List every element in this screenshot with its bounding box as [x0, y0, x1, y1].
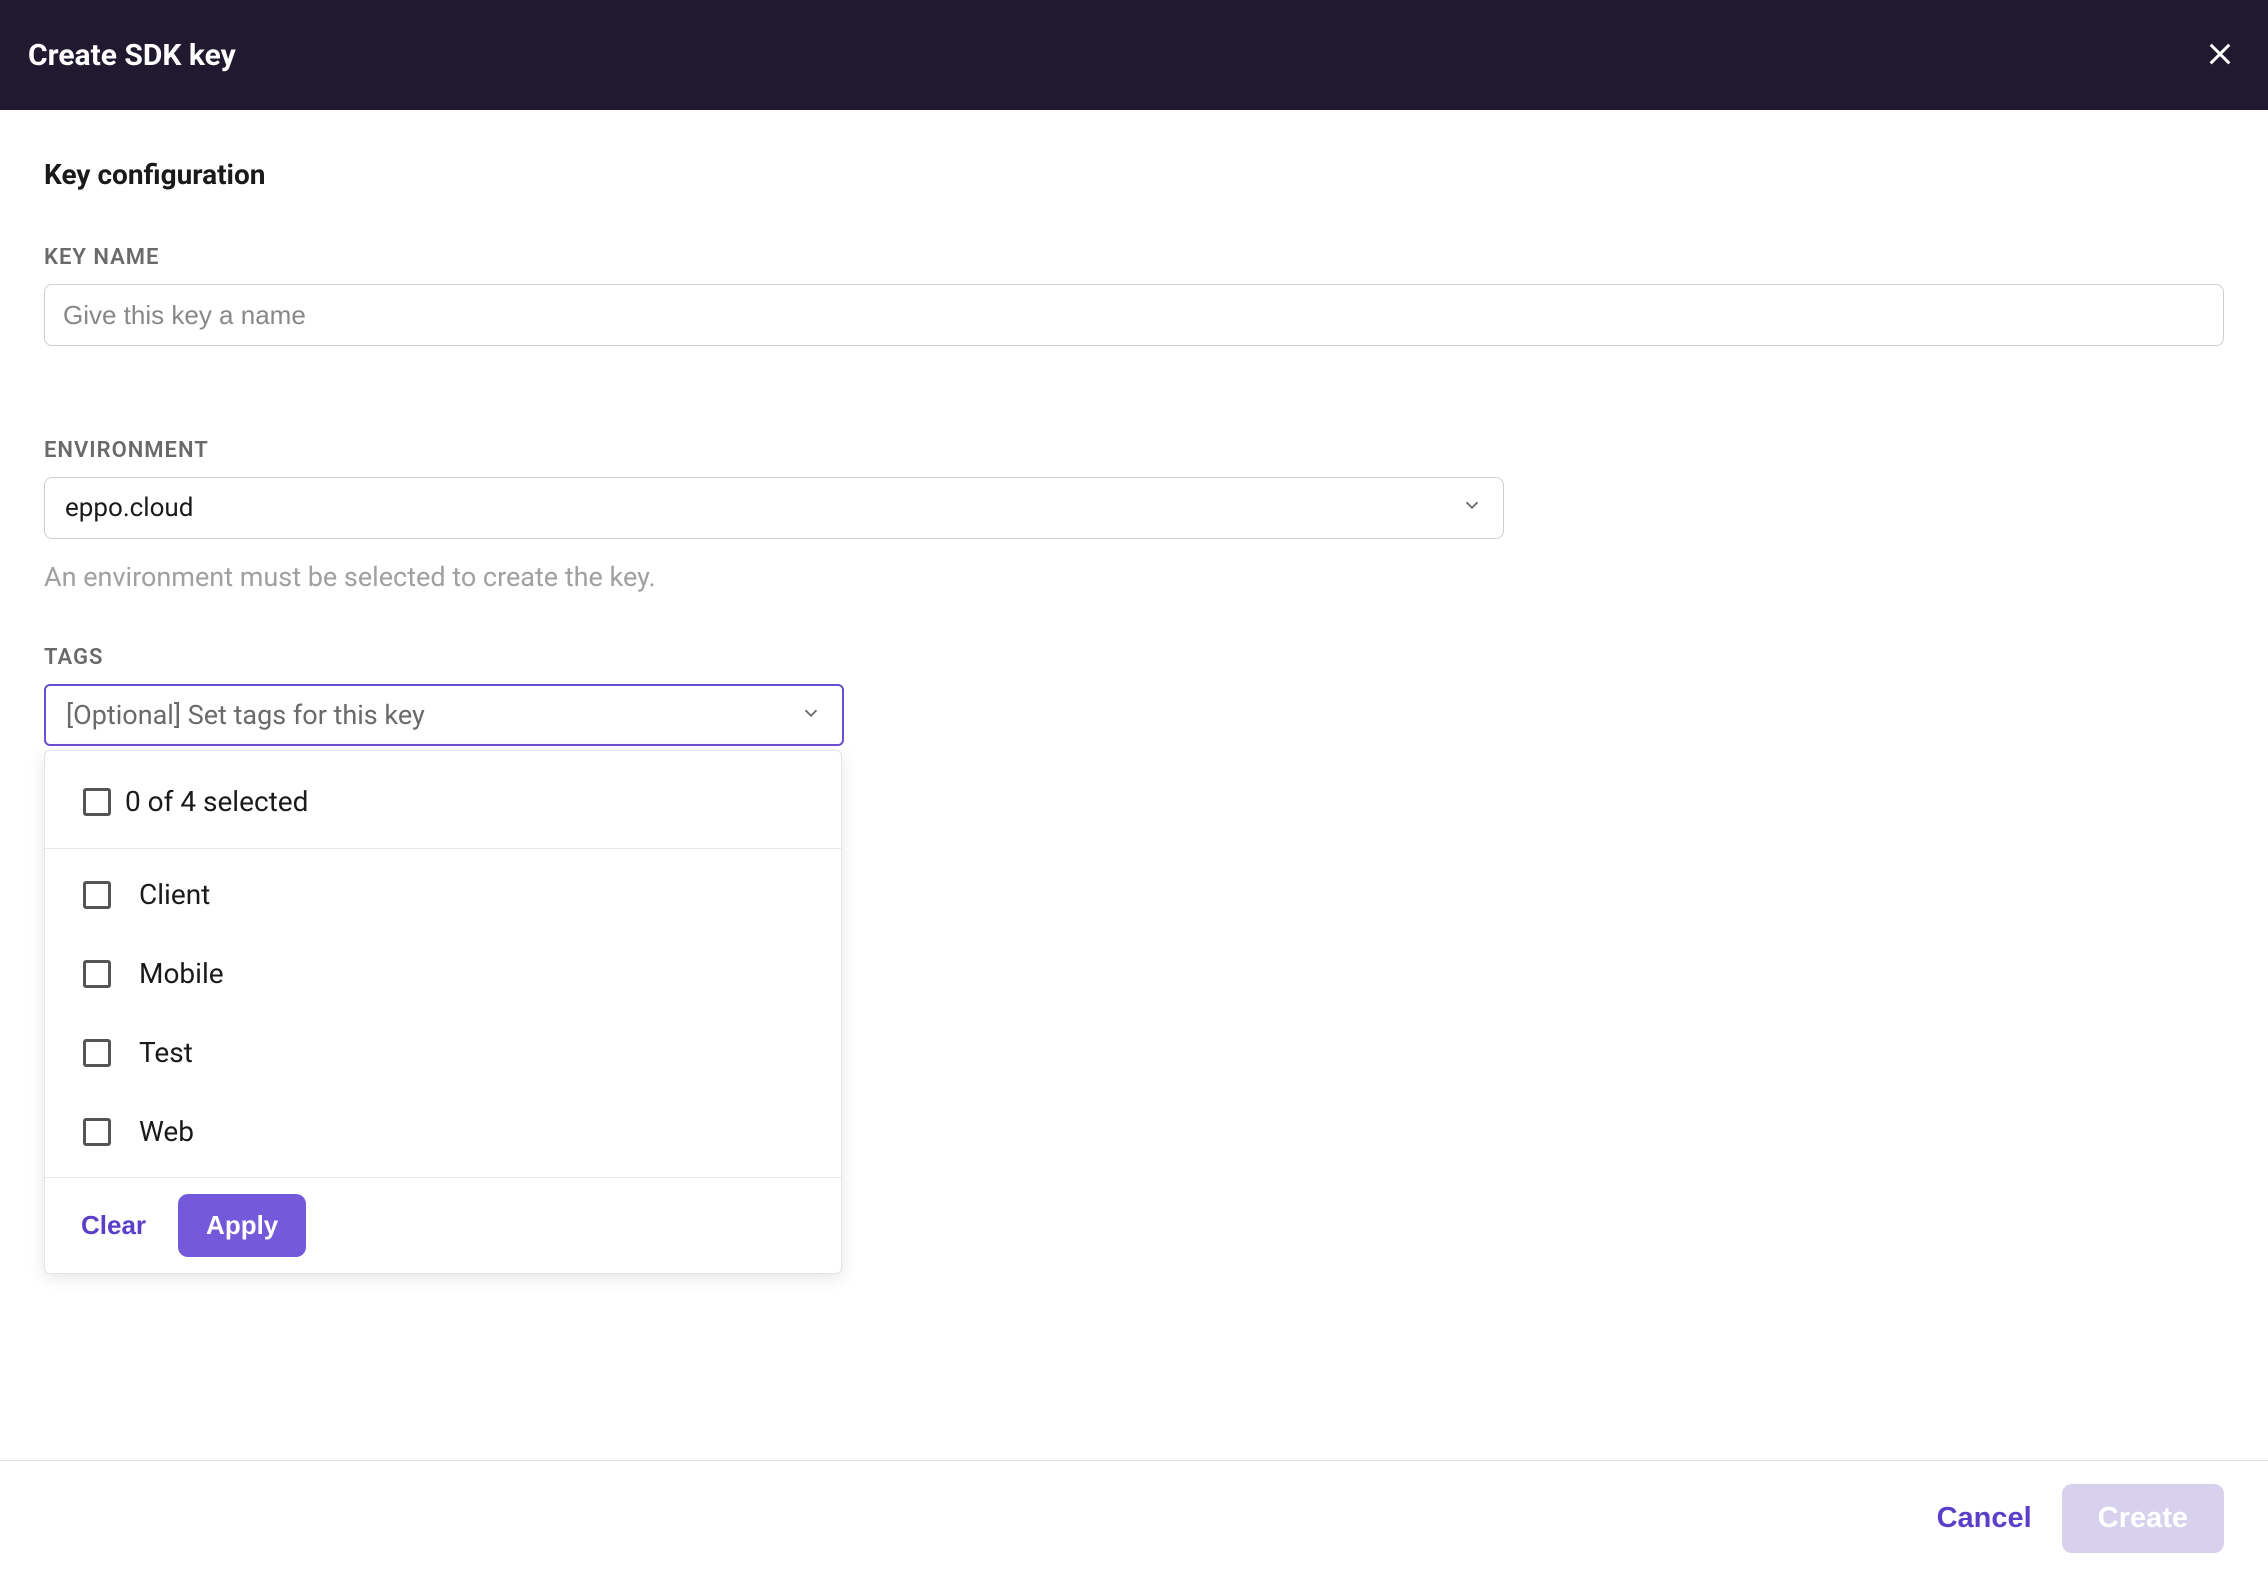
section-title: Key configuration — [44, 158, 2224, 191]
tag-option-web[interactable]: Web — [45, 1092, 841, 1171]
tags-select-all-label: 0 of 4 selected — [125, 785, 308, 818]
key-name-field: KEY NAME — [44, 245, 2224, 346]
tags-select-trigger[interactable]: [Optional] Set tags for this key — [44, 684, 844, 746]
checkbox-unchecked-icon[interactable] — [83, 881, 111, 909]
tags-label: TAGS — [44, 645, 2224, 670]
checkbox-unchecked-icon[interactable] — [83, 960, 111, 988]
tags-select-all-row[interactable]: 0 of 4 selected — [45, 751, 841, 849]
modal-header: Create SDK key — [0, 0, 2268, 110]
tags-clear-button[interactable]: Clear — [69, 1198, 158, 1253]
checkbox-unchecked-icon[interactable] — [83, 1039, 111, 1067]
modal-title: Create SDK key — [28, 38, 236, 73]
tag-option-label: Web — [139, 1115, 194, 1148]
tags-dropdown: 0 of 4 selected Client Mobile Test Web — [44, 750, 842, 1274]
chevron-down-icon — [800, 699, 822, 731]
environment-selected-value: eppo.cloud — [65, 493, 193, 523]
environment-field: ENVIRONMENT eppo.cloud An environment mu… — [44, 438, 2224, 593]
create-button[interactable]: Create — [2062, 1484, 2224, 1553]
tag-option-label: Client — [139, 878, 210, 911]
tags-placeholder: [Optional] Set tags for this key — [66, 699, 425, 731]
tag-option-client[interactable]: Client — [45, 855, 841, 934]
close-icon — [2206, 40, 2234, 71]
tags-dropdown-actions: Clear Apply — [45, 1177, 841, 1273]
environment-label: ENVIRONMENT — [44, 438, 2224, 463]
tags-apply-button[interactable]: Apply — [178, 1194, 306, 1257]
tag-option-label: Mobile — [139, 957, 224, 990]
modal-footer: Cancel Create — [0, 1460, 2268, 1576]
environment-select[interactable]: eppo.cloud — [44, 477, 1504, 539]
modal-content: Key configuration KEY NAME ENVIRONMENT e… — [0, 110, 2268, 1274]
checkbox-unchecked-icon[interactable] — [83, 1118, 111, 1146]
chevron-down-icon — [1461, 493, 1483, 523]
tag-option-mobile[interactable]: Mobile — [45, 934, 841, 1013]
close-button[interactable] — [2200, 35, 2240, 75]
tags-field: TAGS [Optional] Set tags for this key 0 … — [44, 645, 2224, 1274]
tags-options-list: Client Mobile Test Web — [45, 849, 841, 1177]
key-name-label: KEY NAME — [44, 245, 2224, 270]
environment-helper-text: An environment must be selected to creat… — [44, 561, 2224, 593]
key-name-input[interactable] — [44, 284, 2224, 346]
checkbox-unchecked-icon[interactable] — [83, 788, 111, 816]
tag-option-test[interactable]: Test — [45, 1013, 841, 1092]
cancel-button[interactable]: Cancel — [1937, 1502, 2032, 1535]
tag-option-label: Test — [139, 1036, 193, 1069]
